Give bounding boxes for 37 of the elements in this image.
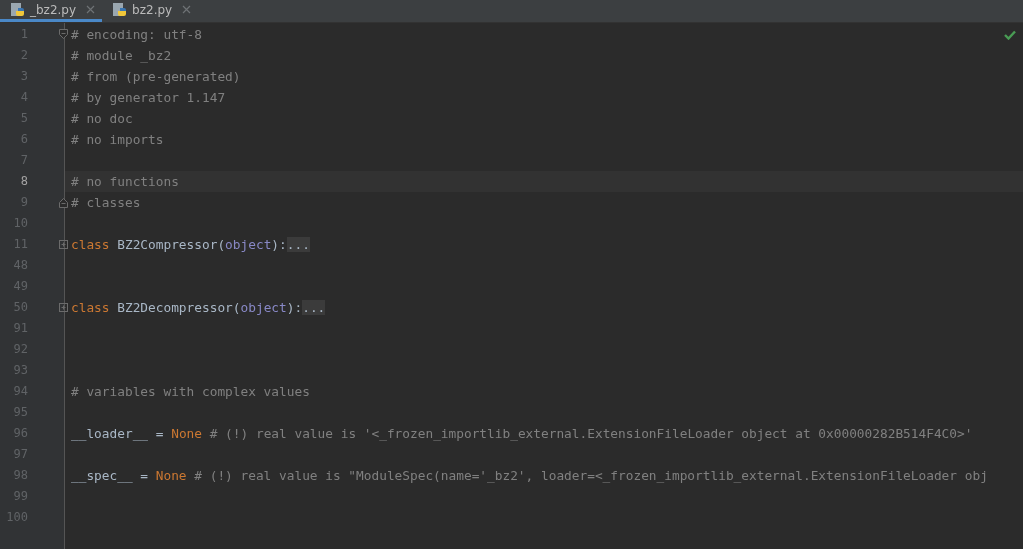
expand-fold-icon[interactable]: [59, 239, 68, 250]
collapse-fold-icon[interactable]: [59, 29, 68, 40]
code-text: __spec__ =: [71, 468, 150, 483]
python-file-icon: [10, 1, 26, 18]
comment-text: # classes: [71, 195, 141, 210]
code-text: BZ2Compressor(: [117, 237, 226, 252]
close-icon[interactable]: [182, 5, 192, 14]
folded-code-placeholder[interactable]: ...: [302, 300, 326, 315]
comment-text: # no functions: [71, 174, 179, 189]
code-text: BZ2Decompressor(: [117, 300, 241, 315]
comment-text: # encoding: utf-8: [71, 27, 202, 42]
comment-text: # no imports: [71, 132, 164, 147]
keyword-text: None: [155, 468, 187, 483]
code-text: __loader__ =: [71, 426, 165, 441]
line-number: 8: [20, 174, 28, 188]
keyword-text: class: [71, 300, 111, 315]
check-icon: [1004, 30, 1016, 40]
comment-text: # no doc: [71, 111, 133, 126]
comment-text: # (!) real value is '<_frozen_importlib_external.ExtensionFileLoader object at 0x00000282B514F4C0>': [208, 426, 973, 441]
collapse-fold-icon[interactable]: [59, 197, 68, 208]
builtin-text: object: [225, 237, 272, 252]
comment-text: # by generator 1.147: [71, 90, 226, 105]
code-text: ):: [286, 300, 303, 315]
expand-fold-icon[interactable]: [59, 302, 68, 313]
python-file-icon: [112, 1, 129, 18]
comment-text: # variables with complex values: [71, 384, 310, 399]
folded-code-placeholder[interactable]: ...: [286, 237, 310, 252]
comment-text: # from (pre-generated): [71, 69, 241, 84]
code-text: ):: [271, 237, 287, 252]
keyword-text: class: [71, 237, 111, 252]
builtin-text: object: [240, 300, 287, 315]
comment-text: # (!) real value is "ModuleSpec(name='_bz2', loader=<_frozen_importlib_external.ExtensionFileLoader obj: [193, 468, 988, 483]
keyword-text: None: [171, 426, 202, 441]
file-tab[interactable]: _bz2.py: [0, 0, 103, 22]
close-icon[interactable]: [86, 5, 96, 14]
comment-text: # module _bz2: [71, 48, 172, 63]
file-tab[interactable]: bz2.py: [102, 0, 199, 22]
